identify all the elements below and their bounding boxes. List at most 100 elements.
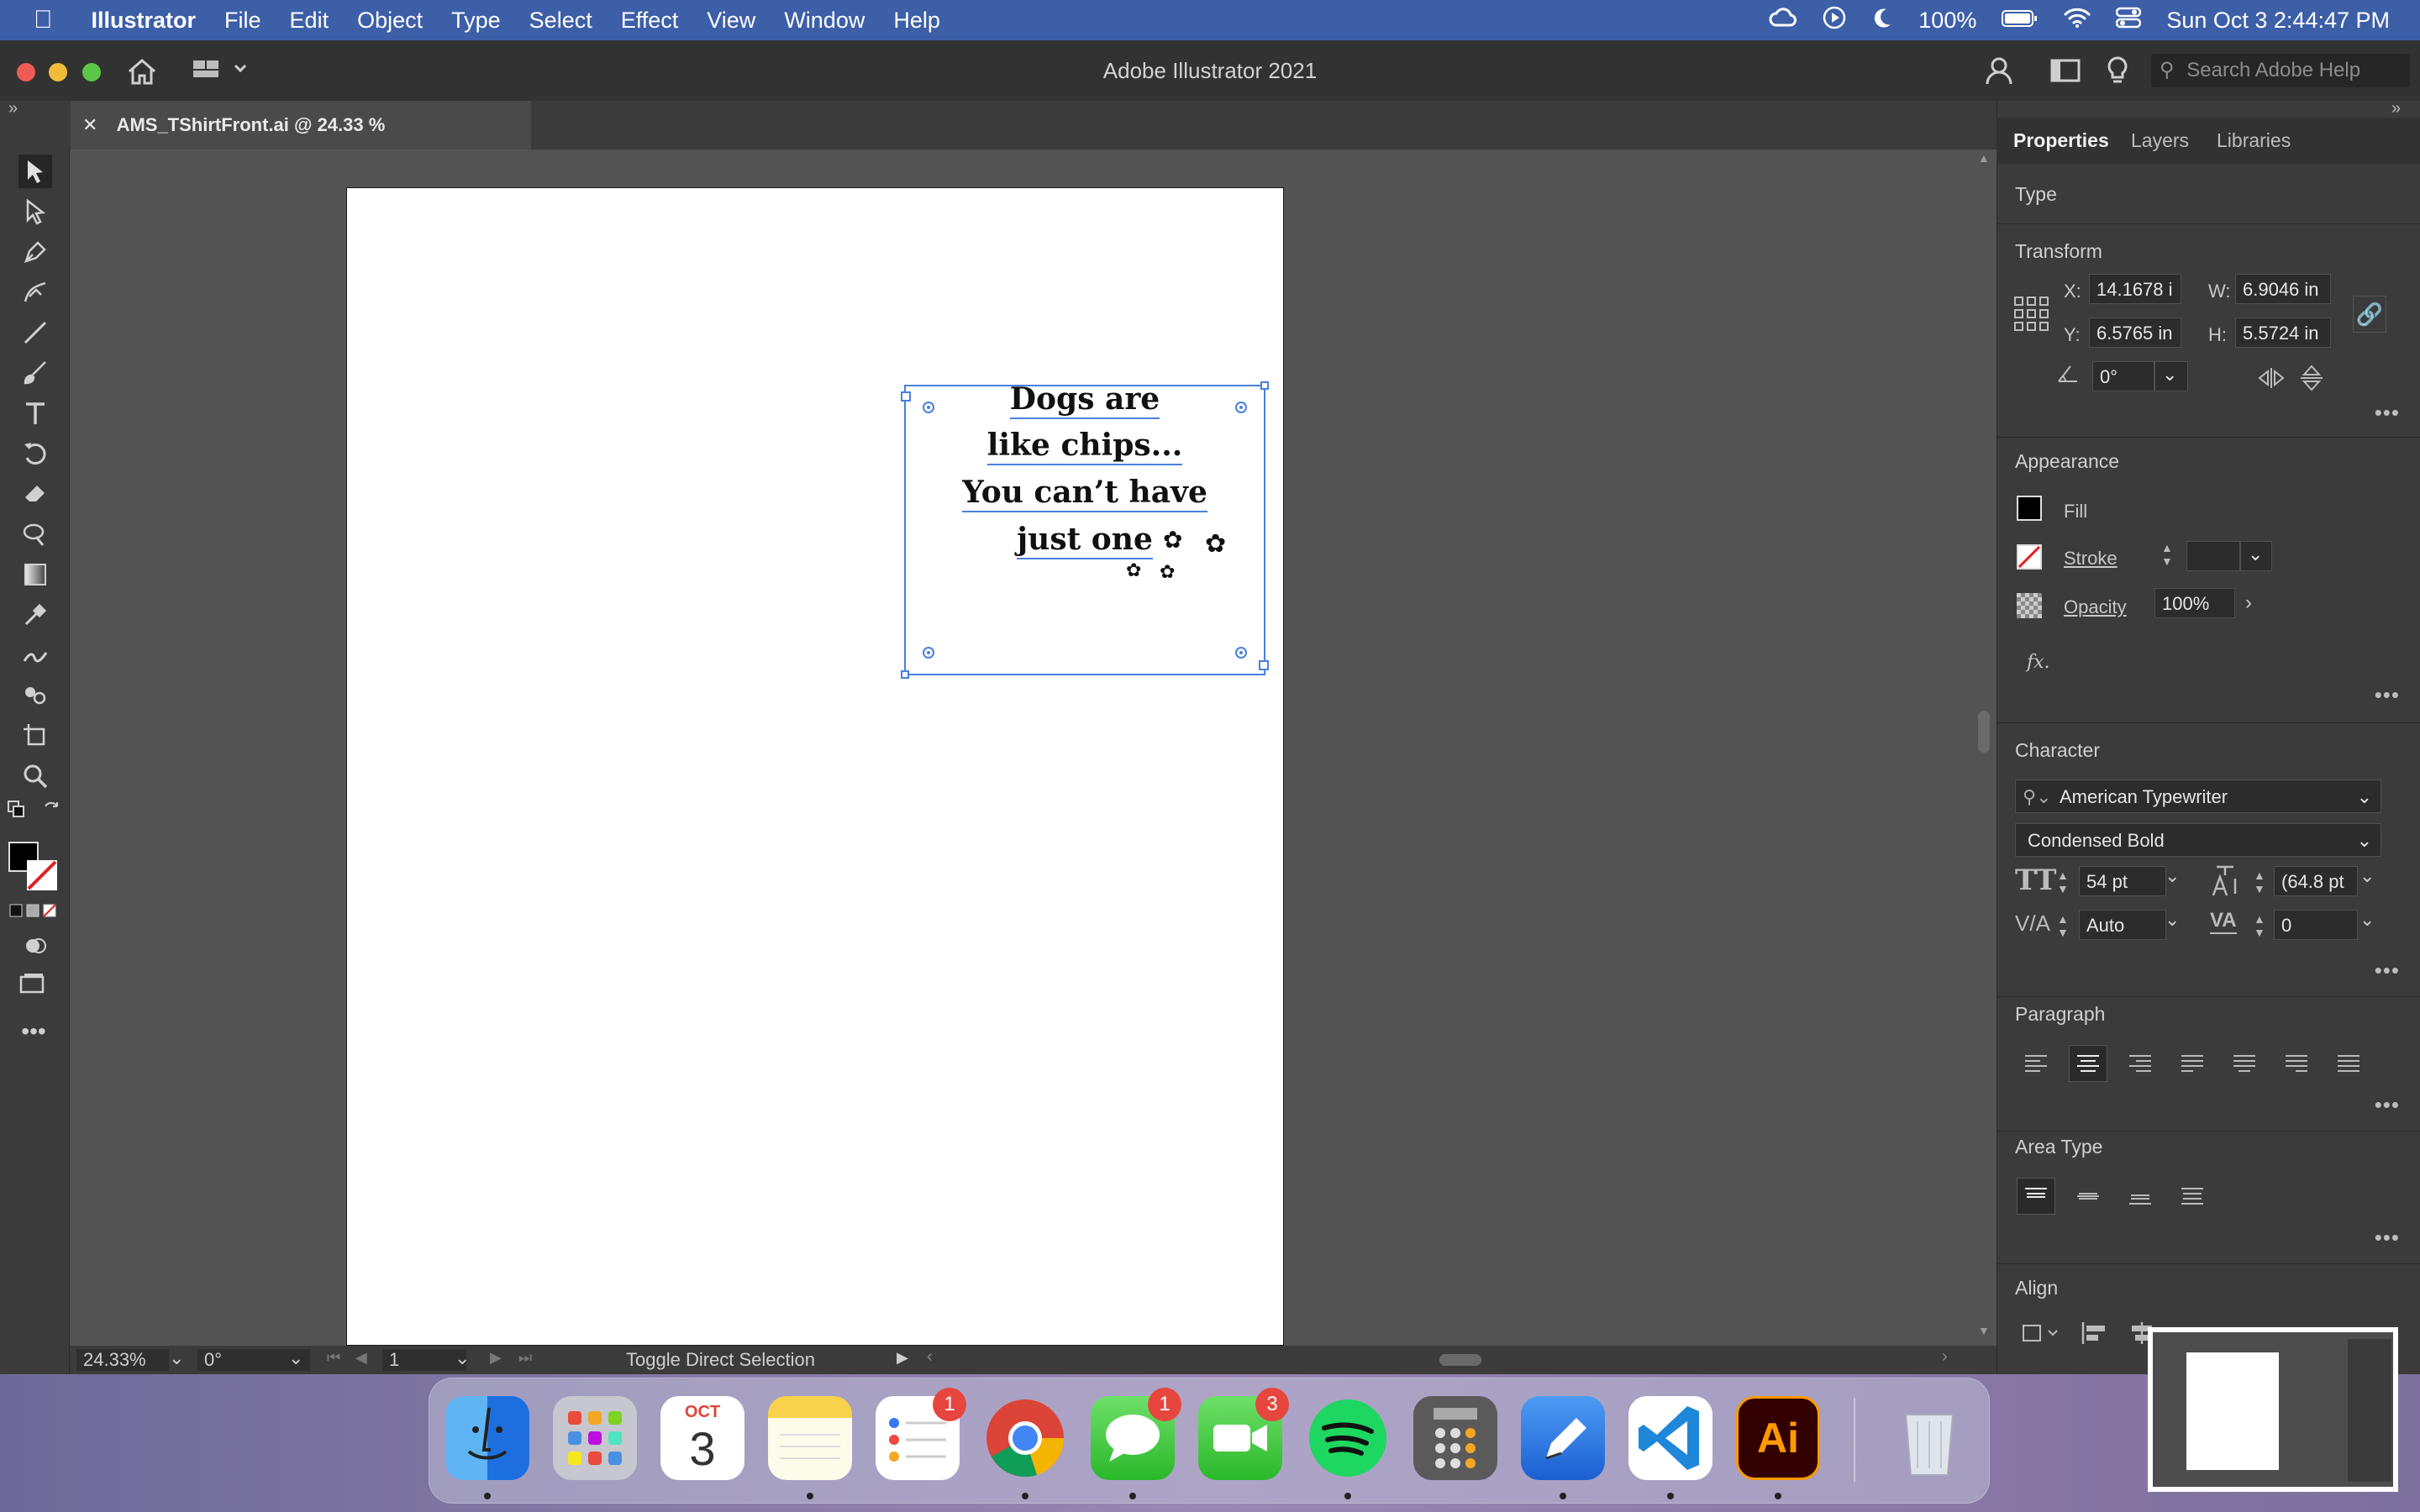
justify-center-icon[interactable] [2225, 1045, 2264, 1082]
resize-handle-bottom-left[interactable] [901, 670, 909, 679]
menu-object[interactable]: Object [357, 8, 423, 34]
next-artboard-icon[interactable]: ▶ [490, 1349, 502, 1367]
text-line-3[interactable]: You can’t have [906, 475, 1264, 512]
justify-all-icon[interactable] [2329, 1045, 2368, 1082]
pen-tool-icon[interactable] [18, 235, 52, 269]
resize-handle-top-right[interactable] [1260, 381, 1269, 390]
launchpad-icon[interactable] [553, 1396, 637, 1480]
blend-tool-icon[interactable] [18, 638, 52, 672]
corner-widget[interactable] [1235, 647, 1247, 659]
vertical-scrollbar[interactable]: ▲ ▼ [1971, 150, 1996, 1346]
corner-widget[interactable] [1235, 402, 1247, 413]
area-type-align-bottom-icon[interactable] [2121, 1178, 2160, 1215]
tracking-field[interactable]: 0 [2274, 910, 2358, 940]
trash-icon[interactable] [1887, 1396, 1971, 1480]
eraser-tool-icon[interactable] [18, 477, 52, 511]
battery-icon[interactable] [2002, 8, 2039, 34]
text-line-2[interactable]: like chips... [906, 428, 1264, 465]
swap-fill-stroke-icon[interactable] [42, 800, 62, 820]
last-artboard-icon[interactable]: ⏭ [518, 1349, 532, 1367]
corner-widget[interactable] [923, 647, 934, 659]
artboard-tool-icon[interactable] [18, 719, 52, 753]
selected-text-frame[interactable]: Dogs are like chips... You can’t have ju… [901, 381, 1269, 679]
battery-percent[interactable]: 100% [1918, 8, 1976, 34]
more-appearance-options-icon[interactable]: ••• [2375, 682, 2400, 708]
script-editor-icon[interactable] [1521, 1396, 1605, 1480]
tracking-dropdown[interactable]: ⌄ [2360, 909, 2375, 931]
puppet-warp-tool-icon[interactable] [18, 517, 52, 551]
width-field[interactable]: 6.9046 in [2235, 274, 2331, 304]
chrome-icon[interactable] [983, 1396, 1067, 1480]
scroll-down-arrow[interactable]: ▼ [1978, 1324, 1990, 1337]
help-search-field[interactable]: ⚲ Search Adobe Help [2151, 54, 2410, 87]
rotate-tool-icon[interactable] [18, 437, 52, 470]
opacity-label[interactable]: Opacity [2064, 596, 2127, 618]
user-account-icon[interactable] [1985, 55, 2017, 90]
x-position-field[interactable]: 14.1678 i [2089, 274, 2181, 304]
text-line-1[interactable]: Dogs are [906, 381, 1264, 419]
reference-point-icon[interactable] [2013, 296, 2050, 337]
menu-select[interactable]: Select [529, 8, 592, 34]
media-play-icon[interactable] [1823, 6, 1846, 35]
leading-field[interactable]: (64.8 pt [2274, 866, 2358, 896]
stroke-weight-stepper[interactable]: ▲ ▼ [2161, 541, 2173, 568]
finder-icon[interactable] [445, 1396, 529, 1480]
kerning-field[interactable]: Auto [2079, 910, 2166, 940]
area-type-align-top-icon[interactable] [2017, 1178, 2055, 1215]
kerning-dropdown[interactable]: ⌄ [2165, 909, 2180, 931]
calendar-icon[interactable]: OCT 3 [660, 1396, 744, 1480]
menubar-clock[interactable]: Sun Oct 3 2:44:47 PM [2166, 8, 2390, 34]
effects-fx-button[interactable]: fx. [2027, 652, 2050, 673]
zoom-dropdown-icon[interactable]: ⌄ [169, 1347, 184, 1369]
stroke-weight-dropdown[interactable]: ⌄ [2240, 541, 2272, 571]
align-to-selection-icon[interactable] [2022, 1320, 2060, 1350]
artboard[interactable] [346, 187, 1284, 1346]
leading-stepper[interactable]: ▲ ▼ [2254, 869, 2265, 895]
panel-collapse-left-icon[interactable]: » [8, 99, 18, 118]
flip-vertical-icon[interactable] [2299, 365, 2324, 396]
rotation-dropdown-icon[interactable]: ⌄ [288, 1347, 303, 1369]
control-center-icon[interactable] [2116, 7, 2142, 34]
corner-widget[interactable] [923, 402, 934, 413]
first-artboard-icon[interactable]: ⏮ [327, 1349, 340, 1367]
lightbulb-icon[interactable] [2106, 55, 2129, 90]
notes-icon[interactable] [768, 1396, 852, 1480]
constrain-proportions-icon[interactable]: 🔗 [2353, 296, 2386, 333]
default-fill-stroke-icon[interactable] [7, 800, 27, 820]
horizontal-scroll-right[interactable]: › [1942, 1347, 1948, 1367]
more-paragraph-options-icon[interactable]: ••• [2375, 1092, 2400, 1118]
status-text[interactable]: Toggle Direct Selection [626, 1349, 815, 1371]
justify-left-icon[interactable] [2173, 1045, 2212, 1082]
close-tab-icon[interactable]: ✕ [82, 114, 97, 135]
workspace-switcher-icon[interactable] [192, 57, 250, 87]
rotate-angle-field[interactable]: 0° [2092, 361, 2154, 391]
selection-tool-icon[interactable] [18, 155, 52, 188]
line-segment-tool-icon[interactable] [18, 316, 52, 349]
vscode-icon[interactable] [1628, 1396, 1712, 1480]
creative-cloud-icon[interactable] [1769, 7, 1797, 34]
tab-layers[interactable]: Layers [2131, 118, 2189, 164]
tab-libraries[interactable]: Libraries [2217, 118, 2291, 164]
align-center-icon[interactable] [2069, 1045, 2107, 1082]
paintbrush-tool-icon[interactable] [18, 356, 52, 390]
edit-toolbar-icon[interactable]: ••• [17, 1015, 50, 1048]
scrollbar-thumb[interactable] [1978, 711, 1990, 753]
wifi-icon[interactable] [2064, 7, 2091, 34]
eyedropper-tool-icon[interactable] [18, 598, 52, 632]
fill-color-swatch[interactable] [2017, 496, 2042, 521]
screenshot-thumbnail-preview[interactable] [2148, 1327, 2398, 1492]
menu-window[interactable]: Window [784, 8, 865, 34]
rotate-angle-dropdown[interactable]: ⌄ [2154, 361, 2188, 391]
scroll-up-arrow[interactable]: ▲ [1978, 151, 1990, 165]
status-menu-arrow[interactable]: ▶ [897, 1349, 908, 1367]
more-area-type-options-icon[interactable]: ••• [2375, 1225, 2400, 1251]
calculator-icon[interactable] [1413, 1396, 1497, 1480]
opacity-expand-icon[interactable]: › [2245, 591, 2252, 615]
previous-artboard-icon[interactable]: ◀ [355, 1349, 367, 1367]
area-type-justify-icon[interactable] [2173, 1178, 2212, 1215]
menu-effect[interactable]: Effect [621, 8, 679, 34]
font-size-field[interactable]: 54 pt [2079, 866, 2166, 896]
align-left-edges-icon[interactable] [2081, 1320, 2109, 1350]
align-right-icon[interactable] [2121, 1045, 2160, 1082]
font-size-stepper[interactable]: ▲ ▼ [2057, 869, 2069, 895]
